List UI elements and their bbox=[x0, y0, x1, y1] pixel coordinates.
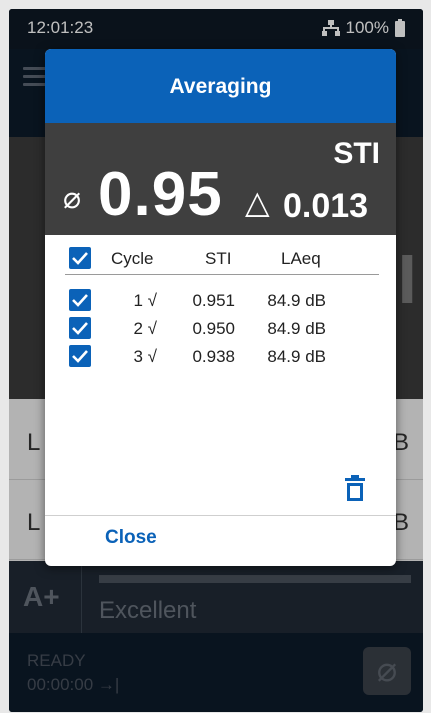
delta-symbol: △ bbox=[245, 184, 270, 220]
column-laeq: LAeq bbox=[281, 249, 321, 268]
averaging-dialog: Averaging STI ⌀ 0.95 △ 0.013 Cycle STI L… bbox=[45, 49, 396, 566]
row-cycle: 1 √ bbox=[133, 291, 157, 310]
table-row: 1 √ 0.951 84.9 dB bbox=[45, 289, 396, 316]
column-sti: STI bbox=[205, 249, 232, 268]
metric-label: STI bbox=[333, 137, 380, 170]
column-cycle: Cycle bbox=[111, 249, 154, 268]
trash-icon[interactable] bbox=[343, 475, 367, 503]
row-checkbox[interactable] bbox=[69, 317, 91, 339]
dialog-divider bbox=[45, 515, 396, 516]
row-laeq: 84.9 dB bbox=[267, 347, 326, 366]
row-laeq: 84.9 dB bbox=[267, 291, 326, 310]
row-cycle: 3 √ bbox=[133, 347, 157, 366]
table-divider bbox=[65, 274, 379, 275]
row-cycle: 2 √ bbox=[133, 319, 157, 338]
checkbox-icon bbox=[72, 252, 88, 265]
checkbox-icon bbox=[72, 294, 88, 307]
average-symbol: ⌀ bbox=[63, 182, 82, 215]
row-sti: 0.938 bbox=[192, 347, 235, 366]
row-sti: 0.951 bbox=[192, 291, 235, 310]
select-all-checkbox[interactable] bbox=[69, 247, 91, 269]
average-result: STI ⌀ 0.95 △ 0.013 bbox=[45, 123, 396, 235]
row-checkbox[interactable] bbox=[69, 289, 91, 311]
row-checkbox[interactable] bbox=[69, 345, 91, 367]
row-laeq: 84.9 dB bbox=[267, 319, 326, 338]
checkbox-icon bbox=[72, 350, 88, 363]
delta-value: 0.013 bbox=[283, 187, 369, 225]
table-row: 3 √ 0.938 84.9 dB bbox=[45, 345, 396, 372]
table-row: 2 √ 0.950 84.9 dB bbox=[45, 317, 396, 344]
average-value: 0.95 bbox=[98, 160, 223, 229]
device-screen: 12:01:23 100% I L B L B A+ Excellent REA… bbox=[9, 9, 423, 712]
row-sti: 0.950 bbox=[192, 319, 235, 338]
checkbox-icon bbox=[72, 322, 88, 335]
device-frame: 12:01:23 100% I L B L B A+ Excellent REA… bbox=[0, 0, 431, 713]
close-button[interactable]: Close bbox=[105, 527, 157, 549]
dialog-title: Averaging bbox=[45, 49, 396, 123]
table-header: Cycle STI LAeq bbox=[45, 245, 396, 273]
